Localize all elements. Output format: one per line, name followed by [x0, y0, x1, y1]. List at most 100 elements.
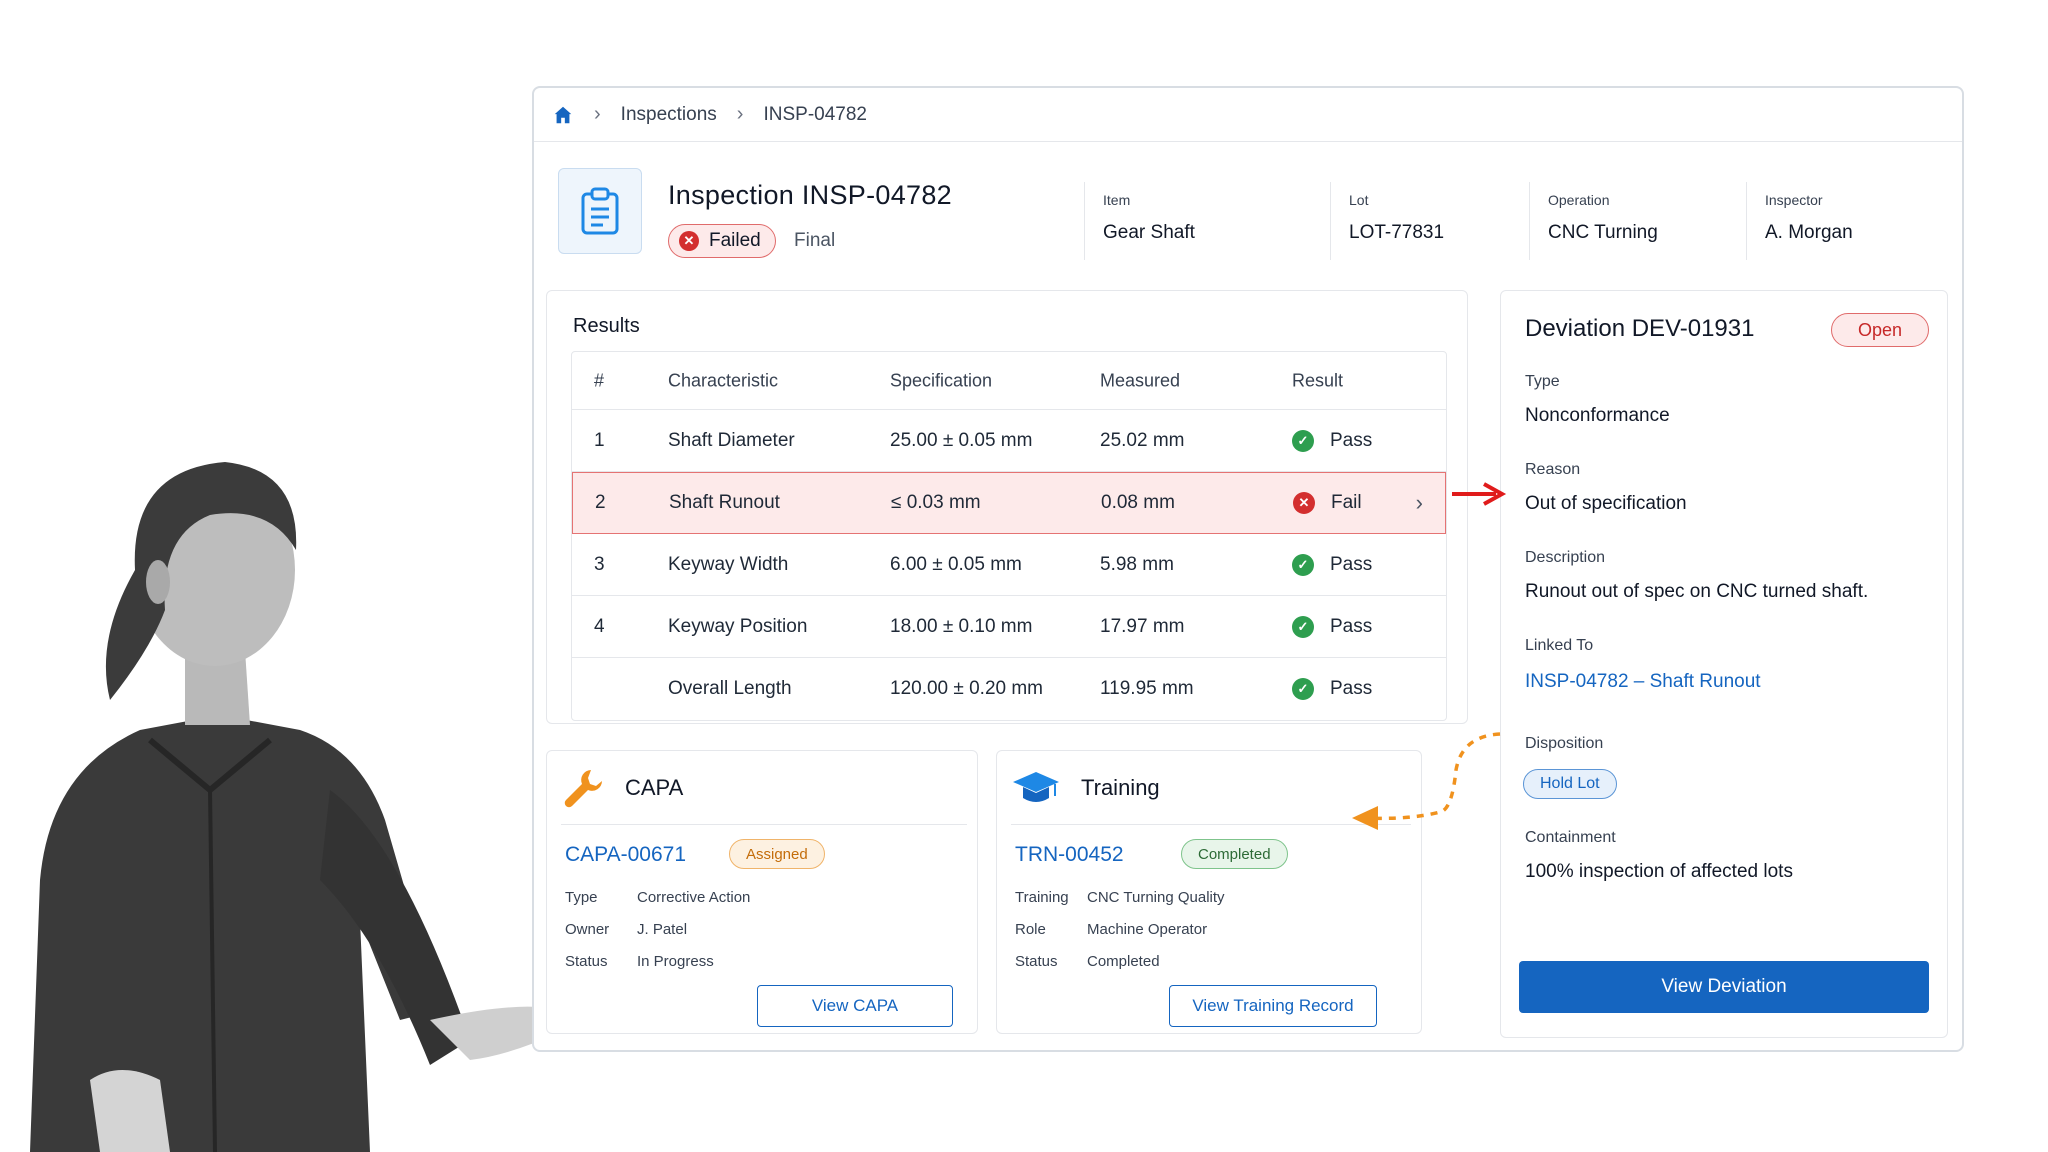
training-status-badge: Completed [1181, 839, 1288, 869]
results-table: # Characteristic Specification Measured … [571, 351, 1447, 721]
field-value: J. Patel [637, 921, 688, 938]
table-row[interactable]: 3 Keyway Width 6.00 ± 0.05 mm 5.98 mm ✓ P… [572, 534, 1446, 596]
chevron-right-icon: › [736, 103, 744, 125]
x-circle-icon: ✕ [1293, 492, 1315, 514]
home-icon[interactable] [552, 104, 574, 126]
capa-field: Owner J. Patel [565, 921, 687, 938]
training-card: Training TRN-00452 Completed Training CNC… [996, 750, 1422, 1034]
meta-value: CNC Turning [1548, 222, 1658, 243]
training-field: Training CNC Turning Quality [1015, 889, 1225, 906]
row-measured: 119.95 mm [1100, 678, 1194, 699]
column-header: # [594, 370, 605, 390]
meta-item: Item Gear Shaft [1084, 182, 1264, 260]
linked-to-label: Linked To [1525, 637, 1594, 654]
clipboard-icon [581, 187, 619, 235]
capa-field: Status In Progress [565, 953, 714, 970]
row-characteristic: Keyway Position [668, 615, 808, 637]
meta-lot: Lot LOT-77831 [1330, 182, 1500, 260]
reason-label: Reason [1525, 461, 1581, 478]
graduation-cap-icon [1013, 771, 1059, 802]
row-characteristic: Overall Length [668, 678, 792, 699]
field-key: Training [1015, 889, 1069, 906]
disposition-badge: Hold Lot [1523, 769, 1617, 799]
column-header: Specification [890, 370, 993, 390]
row-number: 1 [594, 429, 605, 451]
field-value: In Progress [637, 953, 714, 970]
check-circle-icon: ✓ [1292, 615, 1314, 638]
training-field: Role Machine Operator [1015, 921, 1207, 938]
view-deviation-button[interactable]: View Deviation [1519, 961, 1929, 1013]
table-row[interactable]: 1 Shaft Diameter 25.00 ± 0.05 mm 25.02 m… [572, 410, 1446, 472]
column-header: Characteristic [668, 370, 779, 390]
disposition-label: Disposition [1525, 735, 1604, 752]
x-circle-icon: ✕ [679, 231, 699, 251]
breadcrumb-inspections[interactable]: Inspections [621, 104, 717, 126]
field-value: Completed [1087, 953, 1160, 970]
inspection-header: Inspection INSP-04782 ✕ Failed Final Ite… [534, 142, 1962, 292]
status-badge-label: Failed [709, 230, 761, 251]
row-number: 2 [595, 492, 606, 513]
description-label: Description [1525, 549, 1606, 566]
stage-label: Final [794, 230, 836, 251]
row-result: ✕ Fail [1293, 492, 1362, 514]
capa-field: Type Corrective Action [565, 889, 750, 906]
meta-label: Item [1103, 192, 1131, 208]
row-measured: 25.02 mm [1100, 429, 1185, 451]
capa-id-link[interactable]: CAPA-00671 [565, 843, 686, 867]
row-specification: ≤ 0.03 mm [891, 492, 981, 513]
column-header: Measured [1100, 370, 1181, 390]
training-id-link[interactable]: TRN-00452 [1015, 843, 1124, 867]
deviation-title: Deviation DEV-01931 [1525, 315, 1755, 342]
meta-label: Lot [1349, 192, 1369, 208]
view-capa-button[interactable]: View CAPA [757, 985, 953, 1027]
meta-value: A. Morgan [1765, 222, 1853, 243]
row-result: ✓ Pass [1292, 615, 1372, 638]
check-circle-icon: ✓ [1292, 429, 1314, 452]
linked-inspection-link[interactable]: INSP-04782 – Shaft Runout [1525, 671, 1761, 693]
wrench-icon [564, 769, 602, 807]
result-label: Fail [1331, 492, 1362, 513]
capa-card-header: CAPA [561, 751, 967, 825]
field-value: Machine Operator [1087, 921, 1208, 938]
field-key: Owner [565, 921, 610, 938]
presentation-stage: › Inspections › INSP-04782 Inspection IN… [0, 0, 2048, 1152]
training-title: Training [1081, 774, 1160, 800]
field-value: Corrective Action [637, 889, 751, 906]
check-circle-icon: ✓ [1292, 678, 1314, 700]
meta-value: Gear Shaft [1103, 222, 1195, 243]
breadcrumb: › Inspections › INSP-04782 [534, 88, 1962, 142]
table-header-row: # Characteristic Specification Measured … [572, 352, 1446, 410]
training-card-header: Training [1011, 751, 1411, 825]
table-row[interactable]: 4 Keyway Position 18.00 ± 0.10 mm 17.97 … [572, 596, 1446, 658]
field-key: Status [1015, 953, 1058, 970]
table-row-failed[interactable]: 2 Shaft Runout ≤ 0.03 mm 0.08 mm ✕ Fail › [572, 472, 1446, 534]
results-heading: Results [573, 315, 640, 337]
result-label: Pass [1330, 553, 1373, 575]
capa-status-badge: Assigned [729, 839, 825, 869]
result-label: Pass [1330, 429, 1373, 451]
status-badge-failed: ✕ Failed [668, 224, 776, 258]
table-row[interactable]: Overall Length 120.00 ± 0.20 mm 119.95 m… [572, 658, 1446, 720]
row-result: ✓ Pass [1292, 429, 1373, 452]
field-key: Role [1015, 921, 1046, 938]
inspection-window: › Inspections › INSP-04782 Inspection IN… [532, 86, 1964, 1052]
row-measured: 5.98 mm [1100, 553, 1174, 575]
deviation-status-badge: Open [1831, 313, 1929, 347]
row-measured: 0.08 mm [1101, 492, 1175, 513]
row-specification: 25.00 ± 0.05 mm [890, 429, 1033, 451]
result-label: Pass [1330, 678, 1373, 699]
training-field: Status Completed [1015, 953, 1160, 970]
capa-title: CAPA [625, 774, 684, 800]
row-number: 3 [594, 553, 605, 575]
view-training-record-button[interactable]: View Training Record [1169, 985, 1377, 1027]
breadcrumb-current: INSP-04782 [763, 103, 867, 125]
meta-label: Inspector [1765, 192, 1823, 208]
chevron-right-icon[interactable]: › [1416, 490, 1423, 516]
results-card: Results # Characteristic Specification M… [546, 290, 1468, 724]
capa-card: CAPA CAPA-00671 Assigned Type Corrective … [546, 750, 978, 1034]
deviation-panel: Deviation DEV-01931 Open Type Nonconform… [1500, 290, 1948, 1038]
meta-label: Operation [1548, 192, 1610, 208]
containment-label: Containment [1525, 829, 1616, 846]
row-measured: 17.97 mm [1100, 615, 1185, 637]
description-value: Runout out of spec on CNC turned shaft. [1525, 581, 1869, 602]
